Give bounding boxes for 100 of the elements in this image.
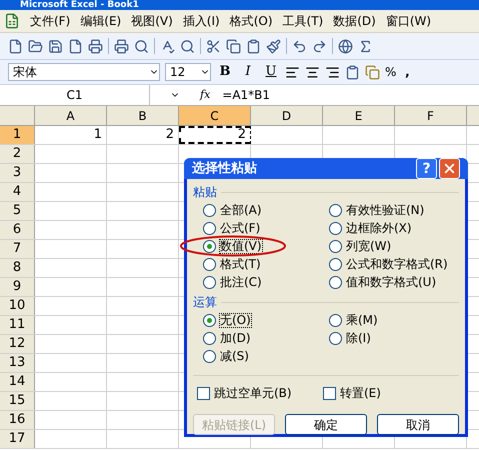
radio-button[interactable] (203, 240, 216, 252)
row-header[interactable]: 11 (0, 316, 35, 334)
column-header[interactable]: E (323, 106, 395, 125)
radio-button[interactable] (329, 222, 342, 234)
option-label: 减(S) (220, 350, 249, 362)
radio-button[interactable] (203, 332, 216, 344)
align-right-icon[interactable] (325, 64, 340, 80)
row-header[interactable]: 2 (0, 145, 35, 163)
formula-field[interactable]: =A1*B1 (222, 86, 479, 104)
toolbar-icon[interactable] (48, 38, 63, 54)
option-label: 列宽(W) (346, 240, 392, 252)
menu-item[interactable]: 文件(F) (30, 12, 70, 30)
column-header[interactable]: C (179, 106, 251, 125)
table-cell: 2 (179, 126, 251, 144)
spreadsheet-icon (4, 13, 20, 29)
radio-button[interactable] (203, 258, 216, 270)
toolbar-icon[interactable] (206, 38, 221, 54)
bold-button[interactable]: B (216, 62, 234, 82)
toolbar-icon[interactable] (8, 38, 23, 54)
row-header[interactable]: 15 (0, 392, 35, 410)
toolbar-icon[interactable] (312, 38, 327, 54)
radio-button[interactable] (203, 350, 216, 362)
row-header[interactable]: 14 (0, 373, 35, 391)
column-header[interactable]: D (251, 106, 323, 125)
font-dropdown[interactable]: 宋体 (8, 63, 160, 81)
menu-item[interactable]: 格式(O) (230, 12, 273, 30)
toolbar-icon[interactable] (114, 38, 129, 54)
menu-item[interactable]: 插入(I) (182, 12, 220, 30)
window-title: Microsoft Excel - Book1 (20, 0, 139, 10)
menu-item[interactable]: 数据(D) (333, 12, 376, 30)
row-header[interactable]: 4 (0, 183, 35, 201)
toolbar-icon[interactable] (246, 38, 261, 54)
option-label: 值和数字格式(U) (346, 276, 436, 288)
row-header[interactable]: 6 (0, 221, 35, 239)
comma-button[interactable]: , (401, 63, 414, 81)
option-label: 公式(F) (220, 222, 260, 234)
toolbar-icon[interactable] (68, 38, 83, 54)
toolbar-icon[interactable] (266, 38, 281, 54)
row-header[interactable]: 8 (0, 259, 35, 277)
toolbar-icon[interactable] (226, 38, 241, 54)
size-dropdown[interactable]: 12 (165, 63, 211, 81)
row-header[interactable]: 12 (0, 335, 35, 353)
radio-button[interactable] (203, 222, 216, 234)
toolbar-icon[interactable] (88, 38, 103, 54)
option-label: 无(O) (220, 314, 251, 326)
toolbar-icon[interactable] (358, 38, 373, 54)
option-label: 批注(C) (220, 276, 262, 288)
radio-button[interactable] (329, 314, 342, 326)
radio-button[interactable] (329, 258, 342, 270)
radio-button[interactable] (329, 204, 342, 216)
align-left-icon[interactable] (285, 64, 300, 80)
help-button[interactable]: ? (416, 158, 437, 179)
toolbar-icon[interactable] (134, 38, 149, 54)
underline-button[interactable]: U (262, 62, 280, 82)
radio-button[interactable] (203, 276, 216, 288)
close-button[interactable] (439, 158, 460, 179)
function-label[interactable]: fx (200, 86, 210, 104)
option-label: 乘(M) (346, 314, 378, 326)
menu-item[interactable]: 编辑(E) (80, 12, 122, 30)
checkbox[interactable] (197, 386, 210, 400)
radio-button[interactable] (329, 276, 342, 288)
toolbar-icon[interactable] (180, 38, 195, 54)
radio-button[interactable] (329, 240, 342, 252)
option-label: 除(I) (346, 332, 371, 344)
row-header[interactable]: 17 (0, 430, 35, 448)
option-label: 边框除外(X) (346, 222, 412, 234)
name-box[interactable]: C1 (0, 85, 150, 105)
menu-item[interactable]: 窗口(W) (386, 12, 432, 30)
dialog-title: 选择性粘贴 (192, 160, 257, 178)
option-label: 公式和数字格式(R) (346, 258, 448, 270)
row-header[interactable]: 1 (0, 126, 35, 144)
toolbar-icon[interactable] (292, 38, 307, 54)
align-center-icon[interactable] (305, 64, 320, 80)
group-label: 运算 (193, 294, 217, 311)
row-header[interactable]: 16 (0, 411, 35, 429)
row-header[interactable]: 5 (0, 202, 35, 220)
row-header[interactable]: 3 (0, 164, 35, 182)
italic-button[interactable]: I (239, 62, 257, 82)
radio-button[interactable] (203, 314, 216, 326)
row-header[interactable]: 7 (0, 240, 35, 258)
column-header[interactable]: A (35, 106, 107, 125)
radio-button[interactable] (203, 204, 216, 216)
row-header[interactable]: 13 (0, 354, 35, 372)
toolbar-icon[interactable] (28, 38, 43, 54)
radio-button[interactable] (329, 332, 342, 344)
checkbox-label: 转置(E) (340, 385, 381, 402)
checkbox[interactable] (323, 386, 336, 400)
row-header[interactable]: 9 (0, 278, 35, 296)
percent-button[interactable]: % (385, 63, 396, 81)
close-icon (442, 161, 457, 176)
option-label: 格式(T) (220, 258, 261, 270)
menu-item[interactable]: 工具(T) (282, 12, 324, 30)
option-label: 加(D) (220, 332, 251, 344)
column-header[interactable]: F (395, 106, 467, 125)
dialog-button[interactable]: 取消 (377, 414, 459, 435)
menu-item[interactable]: 视图(V) (131, 12, 173, 30)
toolbar-icon[interactable] (160, 38, 175, 54)
toolbar-icon[interactable] (338, 38, 353, 54)
dialog-button[interactable]: 确定 (285, 414, 367, 435)
row-header[interactable]: 10 (0, 297, 35, 315)
